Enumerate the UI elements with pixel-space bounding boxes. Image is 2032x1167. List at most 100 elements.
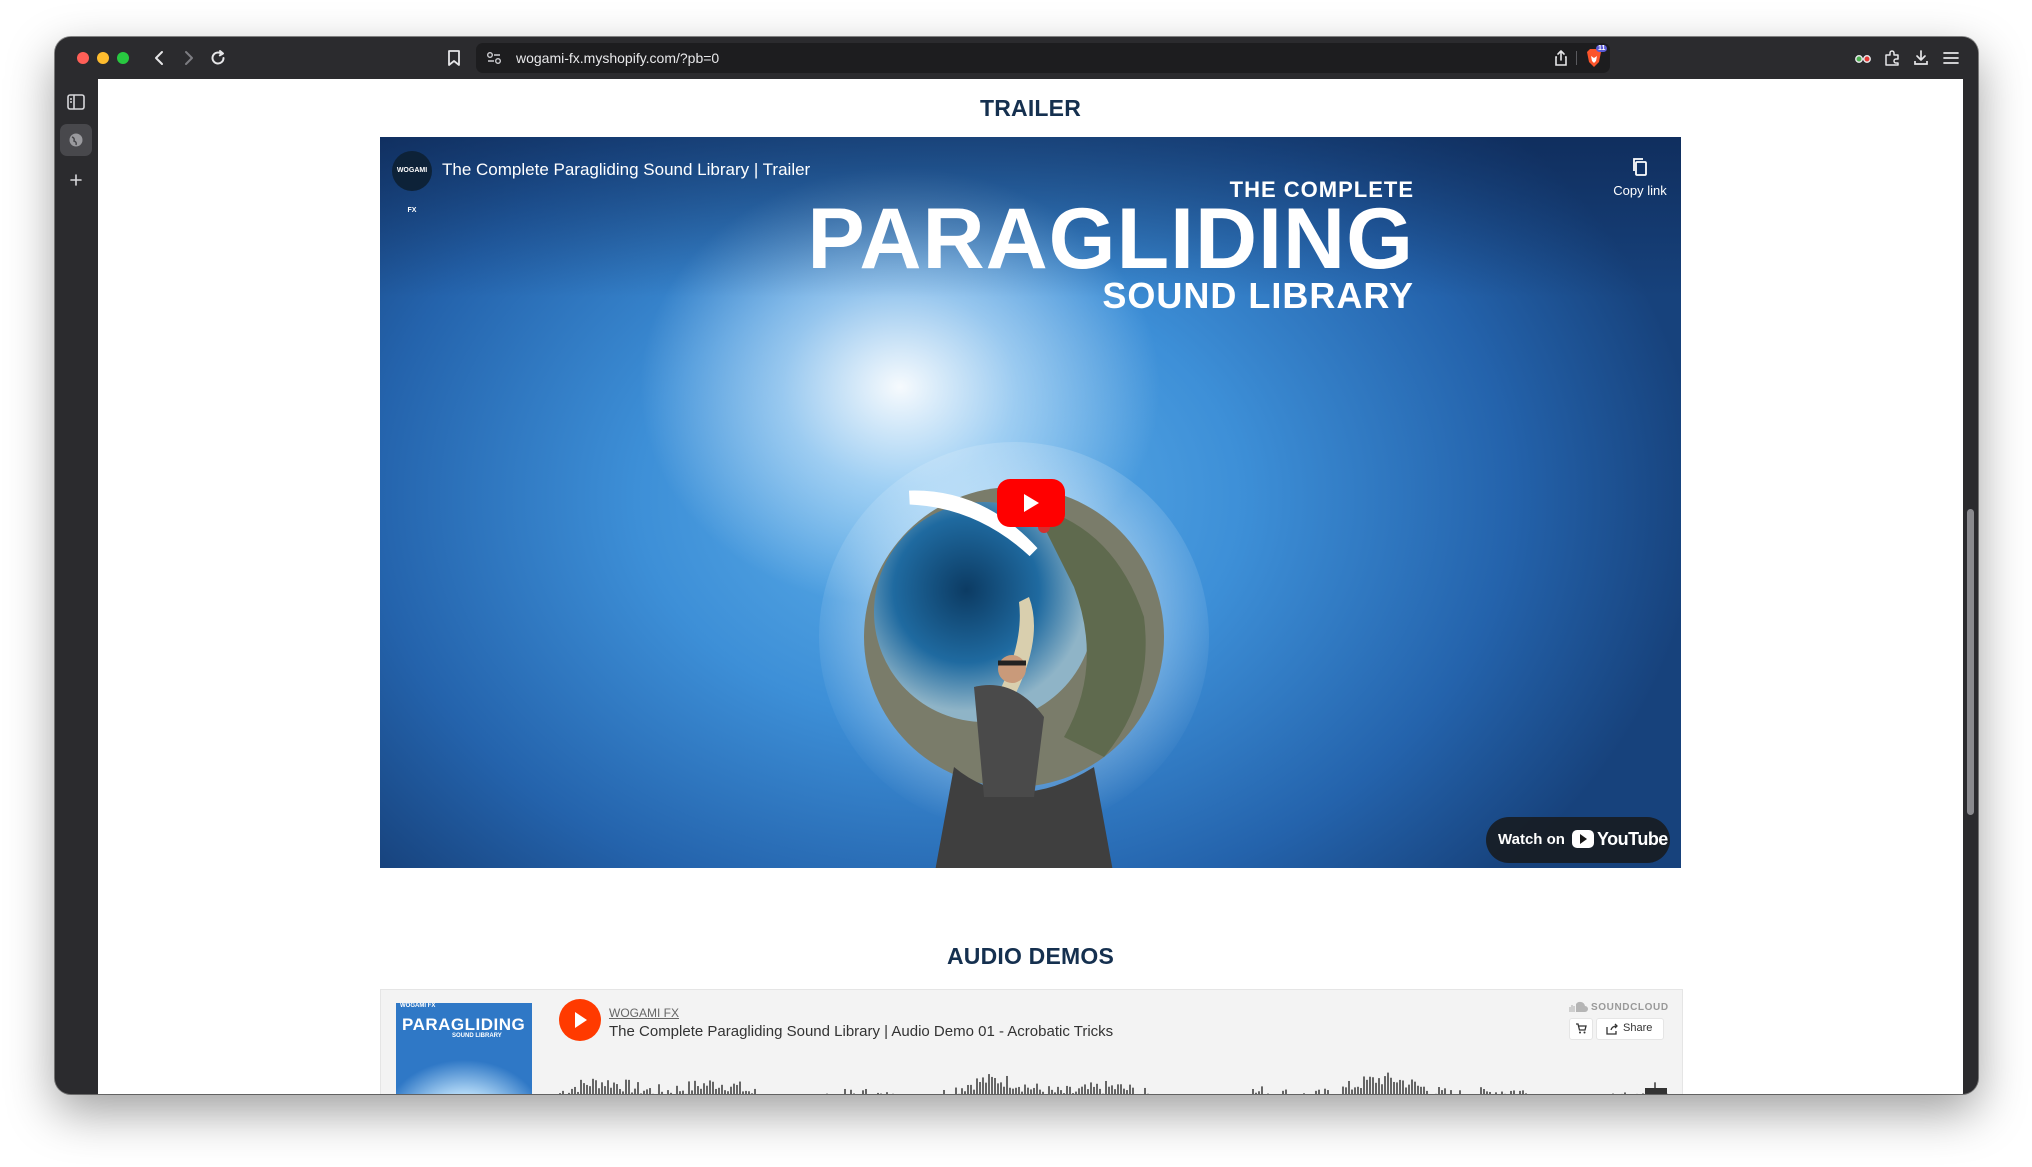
waveform-bar (700, 1088, 702, 1094)
waveform-bar (964, 1091, 966, 1094)
new-tab-button[interactable] (63, 167, 89, 193)
waveform-bar (745, 1090, 747, 1094)
reload-icon (211, 50, 225, 65)
waveform-bar (1108, 1086, 1110, 1094)
waveform-bar (667, 1090, 669, 1094)
sidebar-toggle-button[interactable] (63, 89, 89, 115)
waveform-bar (1303, 1093, 1305, 1094)
watch-on-youtube-button[interactable]: Watch on YouTube (1486, 817, 1670, 863)
waveform-bar (853, 1093, 855, 1094)
waveform-bar (1366, 1079, 1368, 1094)
waveform-bar (997, 1083, 999, 1094)
waveform-bar (1039, 1089, 1041, 1094)
waveform-bar (1252, 1088, 1254, 1094)
waveform-bar (1126, 1090, 1128, 1094)
waveform-bar (982, 1077, 984, 1094)
channel-logo[interactable]: WOGAMI FX (392, 151, 432, 214)
zoom-window-button[interactable] (117, 52, 129, 64)
waveform-bar (1093, 1086, 1095, 1094)
downloads-button[interactable] (1908, 45, 1934, 71)
waveform-bar (1393, 1081, 1395, 1094)
waveform-bar (1111, 1085, 1113, 1094)
waveform-bar (1525, 1093, 1527, 1094)
waveform-bar (634, 1088, 636, 1094)
brave-shields-button[interactable]: 11 (1584, 45, 1608, 68)
waveform-bar (1060, 1090, 1062, 1094)
address-bar[interactable]: wogami-fx.myshopify.com/?pb=0 11 (476, 43, 1610, 73)
soundcloud-cloud-icon[interactable] (1568, 1001, 1588, 1013)
waveform-bar (1402, 1080, 1404, 1094)
waveform-bar (1282, 1090, 1284, 1094)
play-icon (1024, 494, 1039, 512)
copy-link-button[interactable]: Copy link (1580, 149, 1681, 209)
waveform-bar (862, 1090, 864, 1094)
minimize-window-button[interactable] (97, 52, 109, 64)
waveform-bar (1081, 1086, 1083, 1094)
waveform-bar (733, 1083, 735, 1094)
video-title[interactable]: The Complete Paragliding Sound Library |… (442, 160, 810, 180)
waveform-bar (1054, 1092, 1056, 1094)
waveform-bar (1408, 1084, 1410, 1094)
copy-link-label: Copy link (1613, 183, 1667, 198)
waveform-bar (748, 1091, 750, 1094)
menu-button[interactable] (1938, 45, 1964, 71)
waveform-bar (1417, 1085, 1419, 1094)
share-icon[interactable] (1553, 49, 1569, 67)
waveform-bar (1483, 1089, 1485, 1094)
waveform-bar (1069, 1086, 1071, 1094)
forward-button[interactable] (176, 45, 202, 71)
soundcloud-track-title[interactable]: The Complete Paragliding Sound Library |… (609, 1023, 1113, 1040)
waveform-bar (970, 1084, 972, 1094)
extensions-button[interactable] (1879, 45, 1905, 71)
waveform-bar (1486, 1091, 1488, 1094)
watch-on-label: Watch on (1498, 831, 1565, 848)
puzzle-icon (1885, 50, 1899, 66)
waveform-bar (613, 1082, 615, 1094)
waveform-bar (877, 1092, 879, 1094)
waveform-bar (1099, 1088, 1101, 1094)
waveform[interactable] (559, 1058, 1672, 1094)
browser-sidebar (55, 79, 97, 1094)
waveform-bar (730, 1086, 732, 1094)
waveform-bar (850, 1089, 852, 1094)
soundcloud-user-link[interactable]: WOGAMI FX (609, 1006, 679, 1020)
back-button[interactable] (146, 45, 172, 71)
waveform-bar (1381, 1084, 1383, 1094)
waveform-bar (559, 1093, 561, 1094)
waveform-bar (1390, 1077, 1392, 1094)
waveform-bar (589, 1086, 591, 1094)
waveform-bar (1051, 1089, 1053, 1094)
youtube-embed[interactable]: WOGAMI FX The Complete Paragliding Sound… (380, 137, 1681, 868)
soundcloud-play-button[interactable] (559, 999, 601, 1041)
waveform-bar (1114, 1089, 1116, 1094)
globe-icon (69, 133, 83, 147)
share-button[interactable]: Share (1596, 1018, 1664, 1040)
close-window-button[interactable] (77, 52, 89, 64)
waveform-bar (604, 1086, 606, 1094)
waveform-bar (562, 1090, 564, 1094)
page-scrollbar[interactable] (1963, 79, 1978, 1094)
waveform-bar (1261, 1086, 1263, 1094)
reader-mode-button[interactable] (1850, 45, 1876, 71)
buy-button[interactable] (1569, 1018, 1593, 1040)
scrollbar-thumb[interactable] (1967, 509, 1974, 815)
browser-window: wogami-fx.myshopify.com/?pb=0 11 TRAILER… (55, 37, 1978, 1094)
share-label: Share (1623, 1022, 1653, 1034)
bookmark-icon (448, 50, 460, 66)
video-play-button[interactable] (997, 479, 1065, 527)
reload-button[interactable] (205, 45, 231, 71)
sidebar-tab-favicon[interactable] (60, 124, 92, 156)
waveform-bar (1357, 1086, 1359, 1094)
waveform-bar (601, 1082, 603, 1094)
plus-icon (70, 174, 82, 186)
waveform-bar (721, 1084, 723, 1094)
browser-toolbar: wogami-fx.myshopify.com/?pb=0 11 (55, 37, 1978, 79)
waveform-bar (1030, 1089, 1032, 1094)
bookmark-button[interactable] (441, 45, 467, 71)
waveform-bar (751, 1093, 753, 1094)
waveform-bar (580, 1079, 582, 1094)
waveform-bar (706, 1085, 708, 1094)
track-artwork[interactable]: WOGAMI FX PARAGLIDING SOUND LIBRARY (396, 1003, 532, 1094)
waveform-bar (1351, 1089, 1353, 1094)
soundcloud-brand[interactable]: SOUNDCLOUD (1591, 1002, 1669, 1013)
